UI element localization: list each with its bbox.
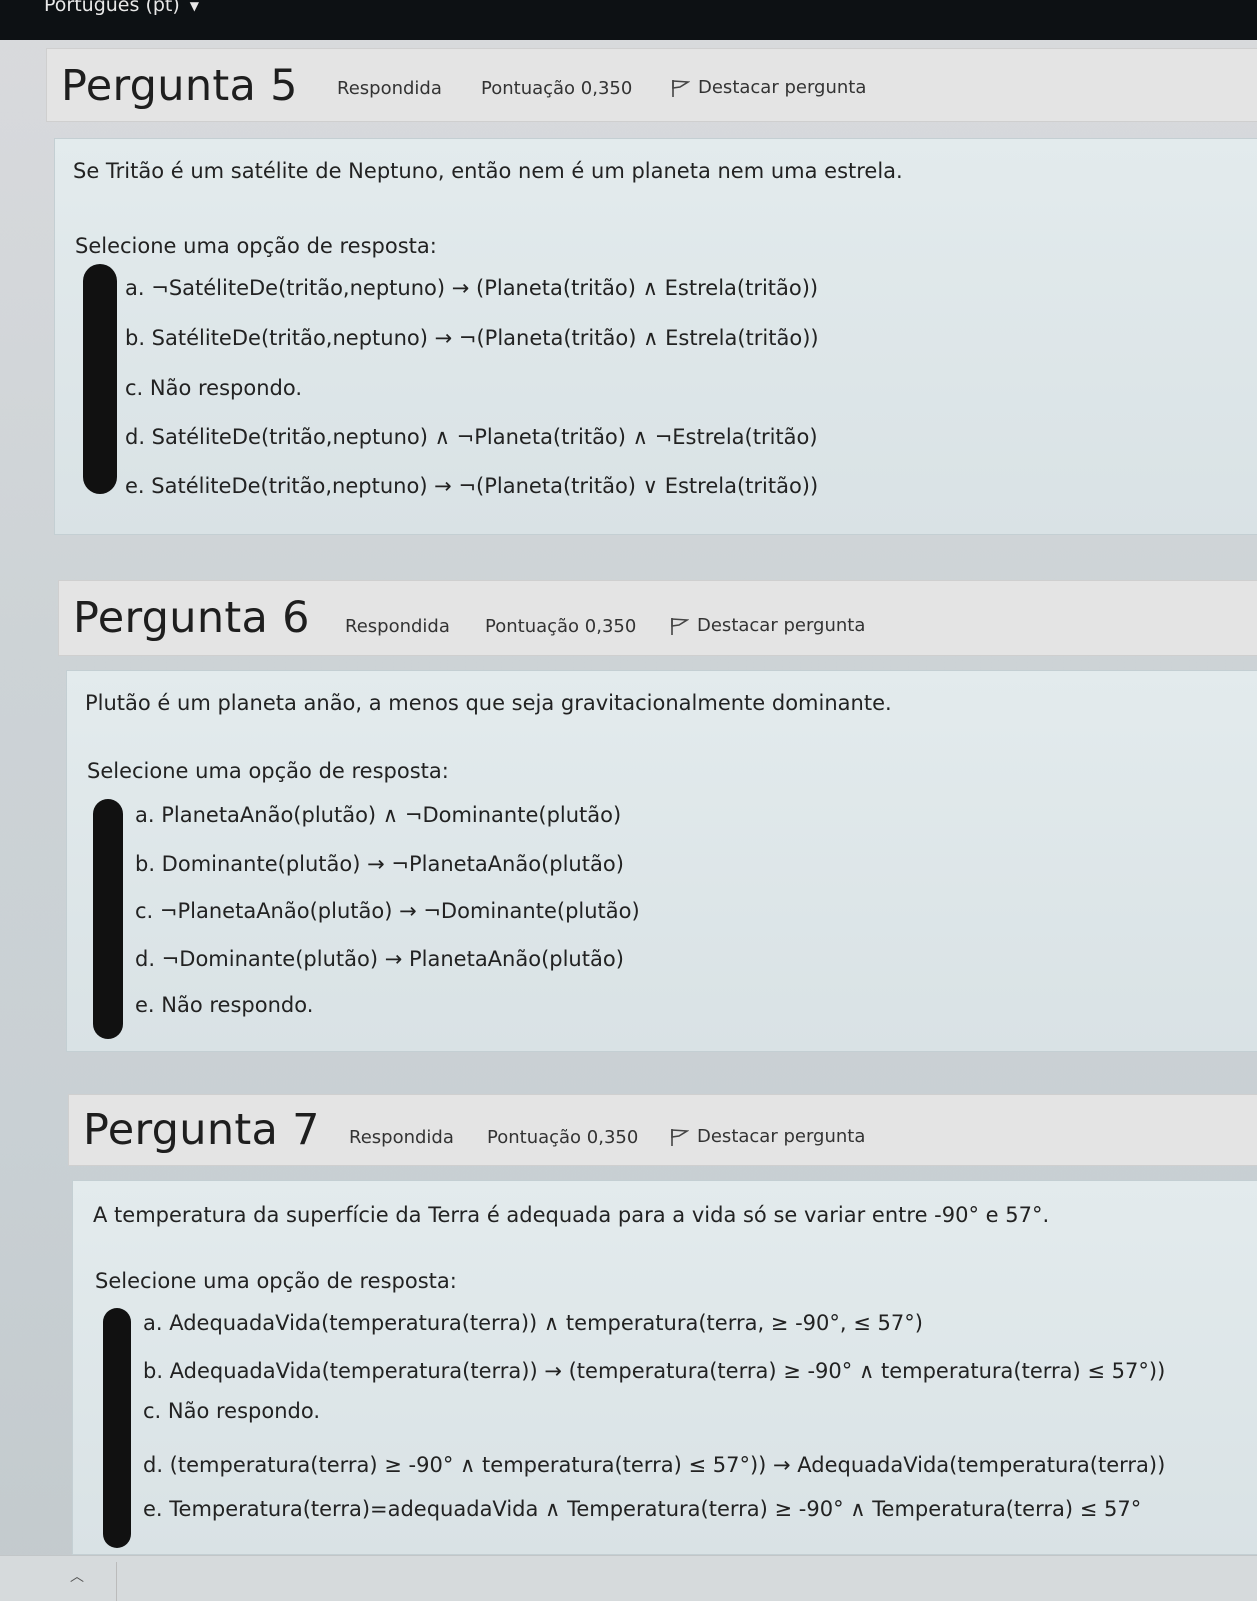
question-6-header: Pergunta 6 Respondida Pontuação 0,350 De…: [58, 580, 1257, 656]
question-5-title: Pergunta 5: [61, 61, 298, 111]
question-5-option-b[interactable]: b. SatéliteDe(tritão,neptuno) → ¬(Planet…: [125, 326, 819, 350]
question-5-status: Respondida: [337, 78, 442, 99]
question-6-title: Pergunta 6: [73, 593, 310, 643]
question-6-option-e[interactable]: e. Não respondo.: [135, 993, 313, 1017]
question-5-option-e[interactable]: e. SatéliteDe(tritão,neptuno) → ¬(Planet…: [125, 474, 818, 498]
redaction-mark: [93, 799, 123, 1039]
top-bar: Português (pt) ▼: [0, 0, 1257, 40]
question-6-score: Pontuação 0,350: [485, 616, 637, 637]
question-5-prompt: Selecione uma opção de resposta:: [75, 234, 437, 258]
question-6-flag-label: Destacar pergunta: [697, 615, 866, 636]
question-7-option-c[interactable]: c. Não respondo.: [143, 1399, 320, 1423]
question-6-prompt: Selecione uma opção de resposta:: [87, 759, 449, 783]
redaction-mark: [83, 264, 117, 494]
question-6-option-b[interactable]: b. Dominante(plutão) → ¬PlanetaAnão(plut…: [135, 852, 624, 876]
flag-icon: [671, 618, 690, 635]
question-7-body: A temperatura da superfície da Terra é a…: [72, 1180, 1257, 1555]
question-7-flag-button[interactable]: Destacar pergunta: [669, 1126, 865, 1147]
question-6-body: Plutão é um planeta anão, a menos que se…: [66, 670, 1257, 1052]
question-7-header: Pergunta 7 Respondida Pontuação 0,350 De…: [68, 1094, 1257, 1166]
question-5-score: Pontuação 0,350: [481, 78, 633, 99]
question-6-option-a[interactable]: a. PlanetaAnão(plutão) ∧ ¬Dominante(plut…: [135, 803, 621, 827]
question-7-status: Respondida: [349, 1127, 454, 1148]
question-7-title: Pergunta 7: [83, 1105, 320, 1155]
question-6-option-d[interactable]: d. ¬Dominante(plutão) → PlanetaAnão(plut…: [135, 947, 624, 971]
divider: [116, 1562, 117, 1601]
question-7-text: A temperatura da superfície da Terra é a…: [93, 1203, 1050, 1227]
question-5-flag-label: Destacar pergunta: [698, 77, 867, 98]
question-7-option-a[interactable]: a. AdequadaVida(temperatura(terra)) ∧ te…: [143, 1311, 923, 1335]
question-7-score: Pontuação 0,350: [487, 1127, 639, 1148]
question-6-text: Plutão é um planeta anão, a menos que se…: [85, 691, 892, 715]
question-5-option-d[interactable]: d. SatéliteDe(tritão,neptuno) ∧ ¬Planeta…: [125, 425, 818, 449]
question-7-flag-label: Destacar pergunta: [697, 1126, 866, 1147]
flag-icon: [671, 1129, 690, 1146]
question-5-text: Se Tritão é um satélite de Neptuno, entã…: [73, 159, 903, 183]
question-5-flag-button[interactable]: Destacar pergunta: [670, 77, 866, 98]
question-7-option-e[interactable]: e. Temperatura(terra)=adequadaVida ∧ Tem…: [143, 1497, 1141, 1521]
question-6-flag-button[interactable]: Destacar pergunta: [669, 615, 865, 636]
bottom-bar: ︿: [0, 1555, 1257, 1601]
question-5-header: Pergunta 5 Respondida Pontuação 0,350 De…: [46, 48, 1257, 122]
question-7-option-d[interactable]: d. (temperatura(terra) ≥ -90° ∧ temperat…: [143, 1453, 1165, 1477]
question-5-body: Se Tritão é um satélite de Neptuno, entã…: [54, 138, 1257, 535]
question-5-option-c[interactable]: c. Não respondo.: [125, 376, 302, 400]
question-7-option-b[interactable]: b. AdequadaVida(temperatura(terra)) → (t…: [143, 1359, 1165, 1383]
chevron-down-icon: ▼: [189, 0, 200, 13]
language-label: Português (pt): [44, 0, 180, 16]
question-6-status: Respondida: [345, 616, 450, 637]
chevron-up-icon[interactable]: ︿: [70, 1566, 84, 1586]
question-6-option-c[interactable]: c. ¬PlanetaAnão(plutão) → ¬Dominante(plu…: [135, 899, 640, 923]
question-5-option-a[interactable]: a. ¬SatéliteDe(tritão,neptuno) → (Planet…: [125, 276, 818, 300]
redaction-mark: [103, 1308, 131, 1548]
question-7-prompt: Selecione uma opção de resposta:: [95, 1269, 457, 1293]
flag-icon: [672, 80, 691, 97]
language-selector[interactable]: Português (pt) ▼: [44, 0, 199, 16]
